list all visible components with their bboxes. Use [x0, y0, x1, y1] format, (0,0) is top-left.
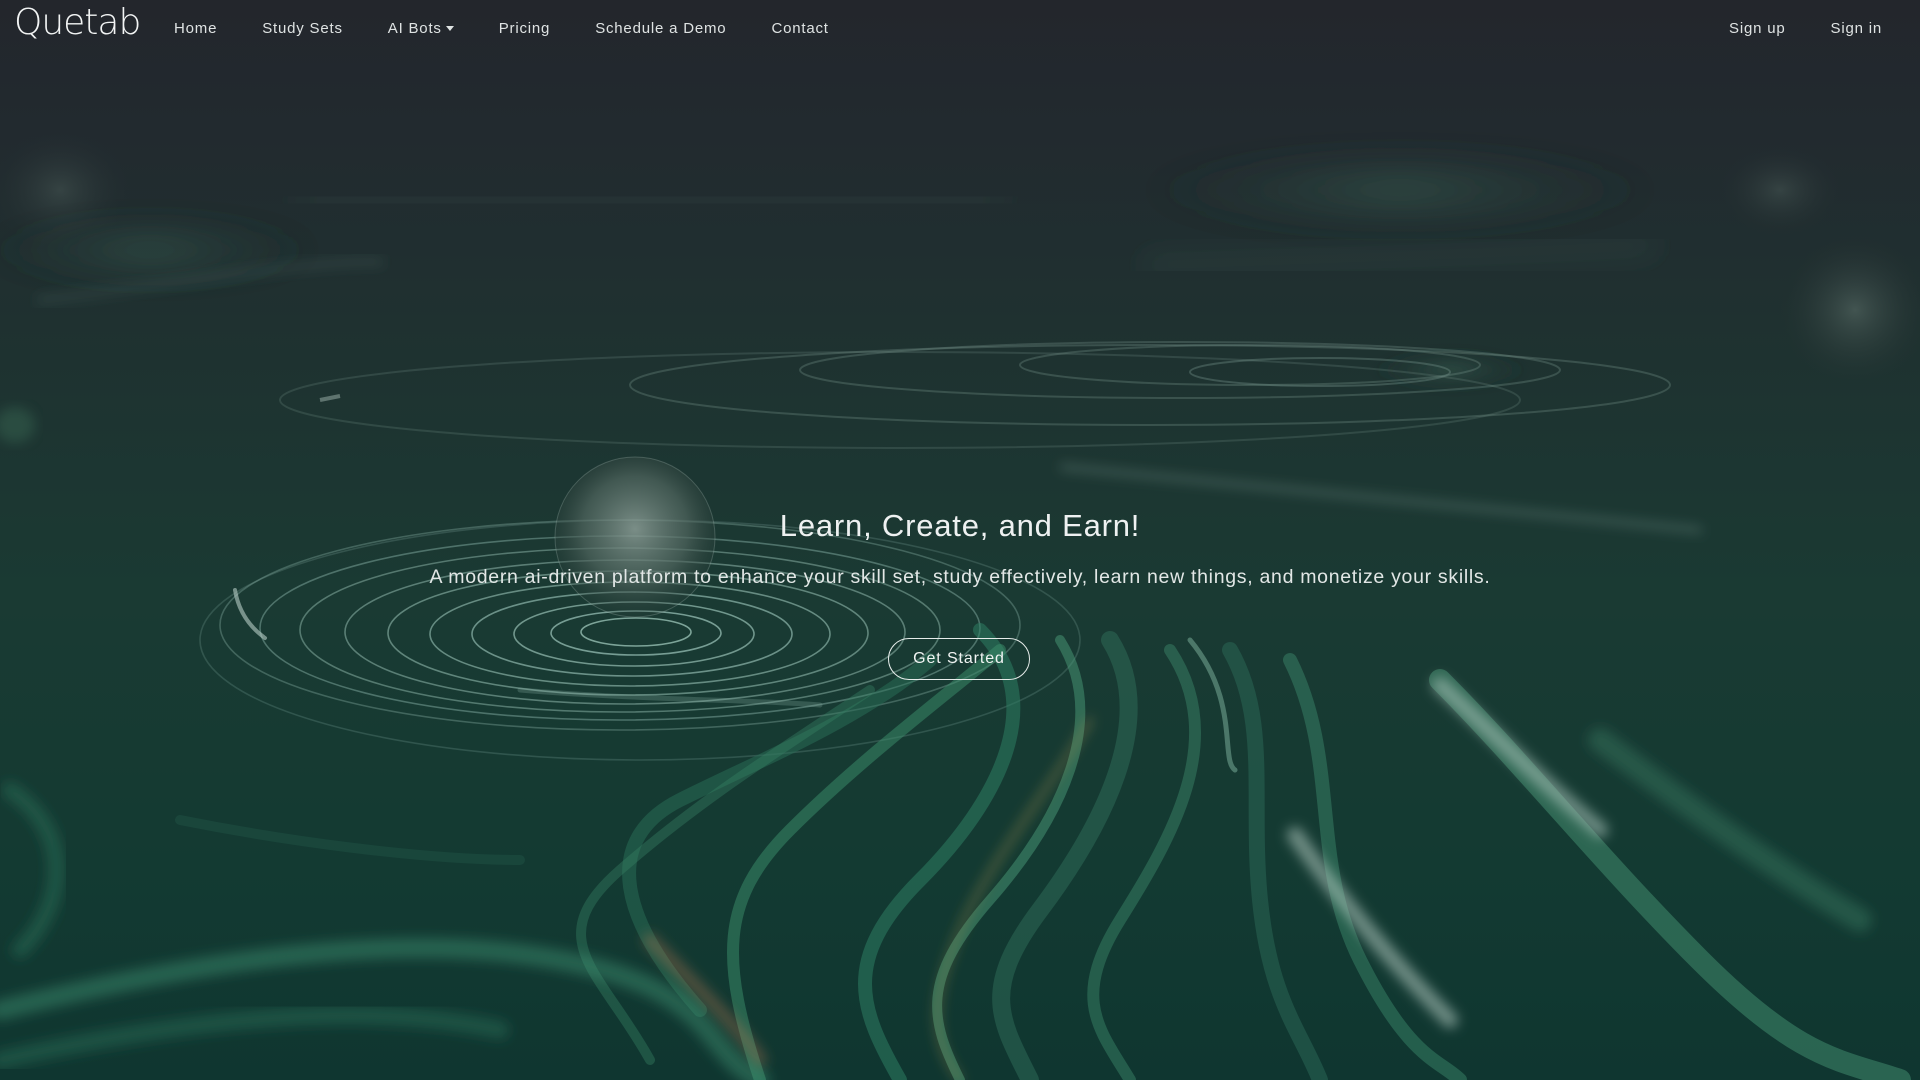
sign-in-label: Sign in	[1830, 19, 1882, 37]
nav-ai-bots-dropdown[interactable]: AI Bots	[388, 20, 454, 37]
nav-schedule-demo[interactable]: Schedule a Demo	[595, 20, 726, 37]
nav-home[interactable]: Home	[174, 20, 217, 37]
nav-contact[interactable]: Contact	[771, 20, 828, 37]
nav-study-sets[interactable]: Study Sets	[262, 20, 343, 37]
landing-page: Quetab Home Study Sets AI Bots Pricing S…	[0, 0, 1920, 1080]
nav-study-sets-label: Study Sets	[262, 19, 343, 37]
sign-up-link[interactable]: Sign up	[1729, 20, 1785, 37]
nav-pricing[interactable]: Pricing	[499, 20, 550, 37]
primary-nav: Home Study Sets AI Bots Pricing Schedule…	[174, 0, 874, 56]
sign-up-label: Sign up	[1729, 19, 1786, 37]
sign-in-link[interactable]: Sign in	[1831, 20, 1882, 37]
top-navbar: Quetab Home Study Sets AI Bots Pricing S…	[0, 0, 1920, 56]
auth-nav: Sign up Sign in	[1684, 0, 1882, 56]
nav-pricing-label: Pricing	[498, 19, 551, 37]
nav-ai-bots-label: AI Bots	[387, 19, 442, 37]
hero-subtitle: A modern ai-driven platform to enhance y…	[429, 566, 1491, 588]
get-started-button[interactable]: Get Started	[888, 638, 1030, 680]
hero-title: Learn, Create, and Earn!	[779, 508, 1141, 543]
brand-logo[interactable]: Quetab	[14, 2, 141, 43]
nav-contact-label: Contact	[771, 19, 829, 37]
caret-down-icon	[445, 25, 454, 31]
nav-schedule-demo-label: Schedule a Demo	[595, 19, 727, 37]
nav-home-label: Home	[174, 19, 218, 37]
hero-section: Learn, Create, and Earn! A modern ai-dri…	[0, 0, 1920, 1080]
